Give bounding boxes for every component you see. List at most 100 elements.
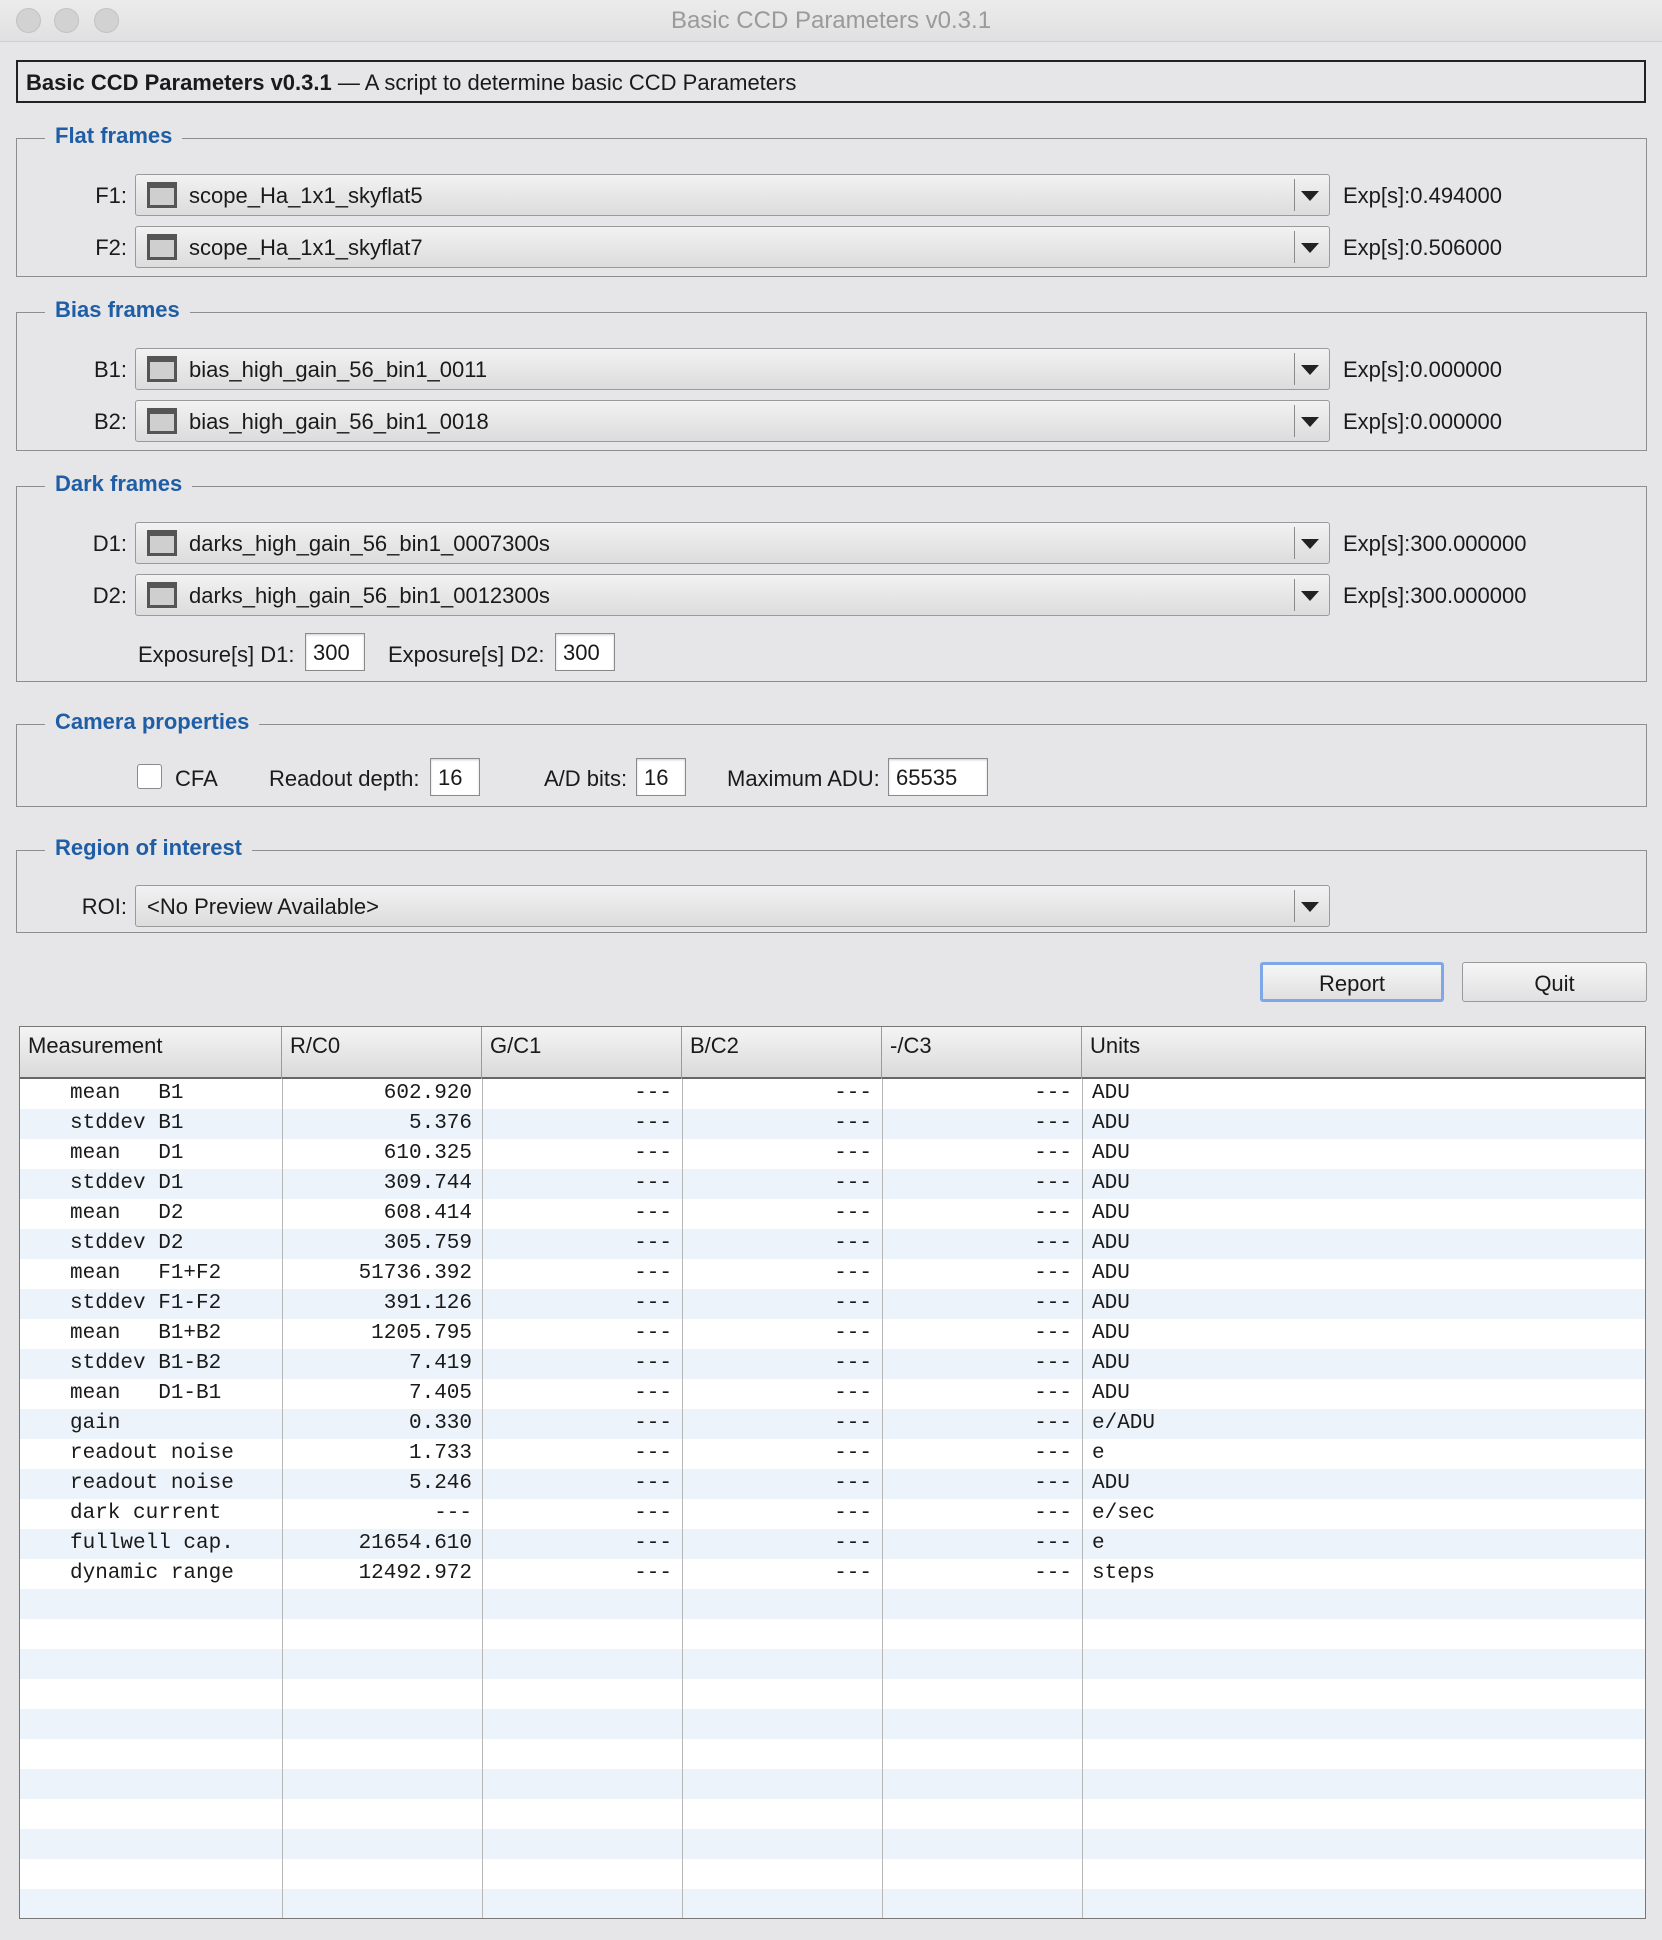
table-cell: --- [1034,1202,1072,1225]
table-row-empty[interactable] [20,1649,1645,1679]
table-cell: --- [1034,1562,1072,1585]
column-header-measurement[interactable]: Measurement [20,1027,282,1079]
table-row[interactable]: dark current --- --- --- --- e/sec [20,1499,1645,1529]
table-row[interactable]: fullwell cap. 21654.610 --- --- --- e [20,1529,1645,1559]
f1-label: F1: [95,183,127,208]
d2-select[interactable]: darks_high_gain_56_bin1_0012300s [135,574,1330,616]
table-row[interactable]: stddev B1 5.376 --- --- --- ADU [20,1109,1645,1139]
column-separator [682,1079,683,1918]
table-cell: readout noise [70,1472,234,1495]
window-title: Basic CCD Parameters v0.3.1 [670,7,992,34]
dark-frames-title: Dark frames [45,471,193,497]
table-row[interactable]: mean B1+B2 1205.795 --- --- --- ADU [20,1319,1645,1349]
table-cell: --- [634,1082,672,1105]
dark-d1-row: D1: darks_high_gain_56_bin1_0007300s Exp… [17,522,1646,564]
table-row[interactable]: mean D1 610.325 --- --- --- ADU [20,1139,1645,1169]
cfa-checkbox[interactable] [137,764,162,789]
column-separator [1082,1079,1083,1918]
table-cell: 391.126 [383,1292,472,1315]
table-cell: --- [834,1322,872,1345]
table-row[interactable]: mean B1 602.920 --- --- --- ADU [20,1079,1645,1109]
column-header-c3[interactable]: -/C3 [882,1027,1082,1079]
bias-frames-title: Bias frames [45,297,190,323]
report-button[interactable]: Report [1260,962,1444,1002]
table-cell: ADU [1092,1292,1130,1315]
select-divider [1294,353,1295,385]
flat-frames-group: Flat frames F1: scope_Ha_1x1_skyflat5 Ex… [16,123,1647,277]
column-header-b-c2[interactable]: B/C2 [682,1027,882,1079]
table-row[interactable]: mean F1+F2 51736.392 --- --- --- ADU [20,1259,1645,1289]
table-cell: ADU [1092,1082,1130,1105]
table-cell: --- [634,1292,672,1315]
bias-b2-row: B2: bias_high_gain_56_bin1_0018 Exp[s]:0… [17,400,1646,442]
table-cell: --- [634,1232,672,1255]
exposure-d2-input[interactable]: 300 [555,633,615,671]
image-window-icon [147,356,177,382]
results-table[interactable]: Measurement R/C0 G/C1 B/C2 -/C3 Units me… [19,1026,1646,1919]
dropdown-arrow-icon[interactable] [1301,902,1319,912]
dropdown-arrow-icon[interactable] [1301,417,1319,427]
table-row[interactable]: stddev D1 309.744 --- --- --- ADU [20,1169,1645,1199]
table-row[interactable]: mean D1-B1 7.405 --- --- --- ADU [20,1379,1645,1409]
exposure-d1-input[interactable]: 300 [305,633,365,671]
column-header-g-c1[interactable]: G/C1 [482,1027,682,1079]
table-cell: mean B1 [70,1082,184,1105]
cfa-label: CFA [175,766,218,791]
readout-depth-label: Readout depth: [269,766,420,791]
table-cell: 610.325 [383,1142,472,1165]
dropdown-arrow-icon[interactable] [1301,243,1319,253]
f2-select[interactable]: scope_Ha_1x1_skyflat7 [135,226,1330,268]
table-row[interactable]: dynamic range 12492.972 --- --- --- steps [20,1559,1645,1589]
b1-select-value: bias_high_gain_56_bin1_0011 [189,357,488,382]
d1-select-value: darks_high_gain_56_bin1_0007300s [189,531,550,556]
table-cell: stddev D2 [70,1232,184,1255]
table-row-empty[interactable] [20,1799,1645,1829]
table-row-empty[interactable] [20,1619,1645,1649]
roi-row: ROI: <No Preview Available> [17,885,1646,927]
table-row-empty[interactable] [20,1889,1645,1918]
dropdown-arrow-icon[interactable] [1301,365,1319,375]
table-cell: ADU [1092,1322,1130,1345]
dropdown-arrow-icon[interactable] [1301,591,1319,601]
table-row[interactable]: stddev B1-B2 7.419 --- --- --- ADU [20,1349,1645,1379]
column-header-r-c0[interactable]: R/C0 [282,1027,482,1079]
b2-select[interactable]: bias_high_gain_56_bin1_0018 [135,400,1330,442]
dropdown-arrow-icon[interactable] [1301,539,1319,549]
table-row[interactable]: stddev F1-F2 391.126 --- --- --- ADU [20,1289,1645,1319]
table-row[interactable]: gain 0.330 --- --- --- e/ADU [20,1409,1645,1439]
roi-title: Region of interest [45,835,253,861]
f1-select[interactable]: scope_Ha_1x1_skyflat5 [135,174,1330,216]
table-row-empty[interactable] [20,1769,1645,1799]
b2-select-value: bias_high_gain_56_bin1_0018 [189,409,489,434]
table-row-empty[interactable] [20,1679,1645,1709]
ad-bits-input[interactable]: 16 [636,758,686,796]
dropdown-arrow-icon[interactable] [1301,191,1319,201]
table-row[interactable]: mean D2 608.414 --- --- --- ADU [20,1199,1645,1229]
select-divider [1294,179,1295,211]
quit-button[interactable]: Quit [1462,962,1647,1002]
table-row[interactable]: readout noise 1.733 --- --- --- e [20,1439,1645,1469]
roi-select[interactable]: <No Preview Available> [135,885,1330,927]
table-cell: --- [834,1382,872,1405]
table-row-empty[interactable] [20,1709,1645,1739]
d1-select[interactable]: darks_high_gain_56_bin1_0007300s [135,522,1330,564]
table-row-empty[interactable] [20,1859,1645,1889]
table-row-empty[interactable] [20,1589,1645,1619]
table-row-empty[interactable] [20,1739,1645,1769]
flat-frames-title: Flat frames [45,123,183,149]
table-cell: --- [834,1352,872,1375]
table-row[interactable]: stddev D2 305.759 --- --- --- ADU [20,1229,1645,1259]
column-header-units[interactable]: Units [1082,1027,1645,1079]
maximum-adu-input[interactable]: 65535 [888,758,988,796]
table-cell: --- [634,1142,672,1165]
readout-depth-input[interactable]: 16 [430,758,480,796]
b1-select[interactable]: bias_high_gain_56_bin1_0011 [135,348,1330,390]
table-row[interactable]: readout noise 5.246 --- --- --- ADU [20,1469,1645,1499]
table-cell: --- [1034,1112,1072,1135]
table-cell: --- [634,1262,672,1285]
table-cell: 602.920 [383,1082,472,1105]
table-row-empty[interactable] [20,1829,1645,1859]
b1-exposure: Exp[s]:0.000000 [1343,357,1503,382]
select-divider [1294,231,1295,263]
table-cell: steps [1092,1562,1156,1585]
